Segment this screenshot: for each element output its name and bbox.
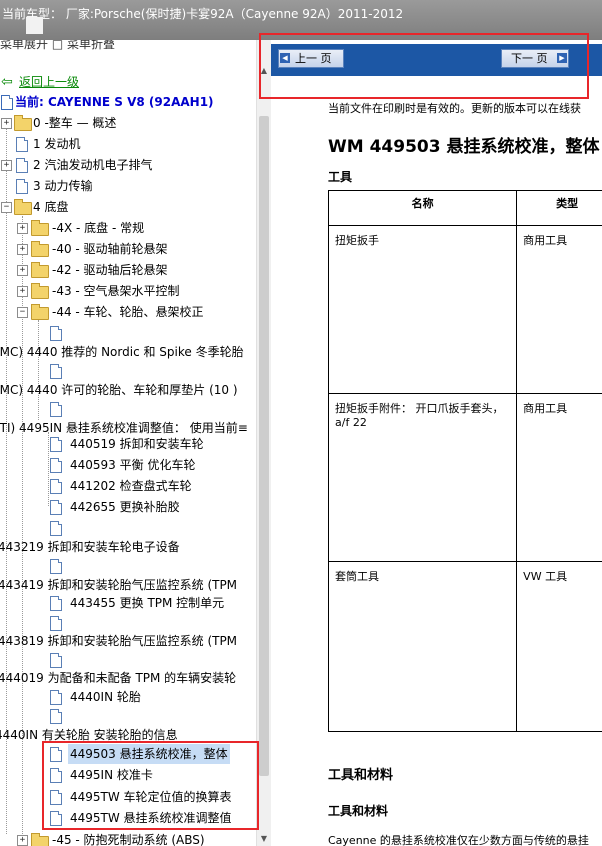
scroll-down-icon[interactable]: ▼ xyxy=(257,832,271,846)
tree-item-label[interactable]: 2 汽油发动机电子排气 xyxy=(33,155,152,175)
collapse-icon[interactable]: − xyxy=(1,202,12,213)
document-icon xyxy=(50,402,62,417)
tree-pane: 菜单展开 □ 菜单折叠 ⇦ 返回上一级 当前: CAYENNE S V8 (92… xyxy=(0,40,256,846)
collapse-icon[interactable]: − xyxy=(17,307,28,318)
tree-item-label[interactable]: 3 动力传输 xyxy=(33,176,92,196)
back-arrow-icon: ⇦ xyxy=(1,74,13,90)
current-model-label: 当前: CAYENNE S V8 (92AAH1) xyxy=(15,95,214,109)
tree-item-label[interactable]: (MC) 4440 推荐的 Nordic 和 Spike 冬季轮胎 xyxy=(0,342,244,362)
title-square-icon xyxy=(26,17,43,34)
table-cell: 套筒工具 xyxy=(327,561,518,732)
window-title: 当前车型： 厂家:Porsche(保时捷)卡宴92A（Cayenne 92A）2… xyxy=(2,7,404,21)
document-icon xyxy=(50,596,62,611)
tree-item-label[interactable]: -42 - 驱动轴后轮悬架 xyxy=(52,260,168,280)
tree-item-label[interactable]: 440593 平衡 优化车轮 xyxy=(70,455,195,475)
folder-open-icon xyxy=(31,304,49,320)
table-row: 扭矩扳手附件： 开口爪扳手套头，a/f 22 商用工具 xyxy=(327,393,602,562)
tree-scrollbar[interactable]: ▲ ▼ xyxy=(256,40,271,846)
tree-item-label[interactable]: 441202 检查盘式车轮 xyxy=(70,476,192,496)
tree-item-label[interactable]: 443419 拆卸和安装轮胎气压监控系统 (TPM xyxy=(0,575,237,595)
expand-icon[interactable]: + xyxy=(17,244,28,255)
highlight-tree-box xyxy=(42,741,259,830)
table-header-type: 类型 xyxy=(516,190,602,226)
tools-heading: 工具 xyxy=(328,170,353,184)
tree-item-label[interactable]: -45 - 防抱死制动系统 (ABS) xyxy=(52,830,205,846)
validity-notice: 当前文件在印刷时是有效的。更新的版本可以在线获 xyxy=(328,102,581,115)
document-icon xyxy=(50,437,62,452)
table-cell: VW 工具 xyxy=(516,561,602,732)
document-title: WM 449503 悬挂系统校准，整体 xyxy=(328,137,600,157)
expand-icon[interactable]: + xyxy=(17,286,28,297)
folder-icon xyxy=(31,833,49,846)
document-icon xyxy=(50,653,62,668)
tree-item-label[interactable]: 4440IN 轮胎 xyxy=(70,687,141,707)
document-pane: ◀ 上一 页 下一 页 ▶ 当前文件在印刷时是有效的。更新的版本可以在线获 WM… xyxy=(271,40,602,846)
tree-item-label[interactable]: 1 发动机 xyxy=(33,134,80,154)
highlight-nav-box xyxy=(259,33,589,99)
scroll-thumb[interactable] xyxy=(259,116,269,776)
monitor-icon xyxy=(1,95,13,110)
folder-icon xyxy=(31,241,49,257)
tree-item-label[interactable]: -40 - 驱动轴前轮悬架 xyxy=(52,239,168,259)
document-icon xyxy=(50,364,62,379)
expand-icon[interactable]: + xyxy=(1,160,12,171)
document-icon xyxy=(50,521,62,536)
document-icon xyxy=(50,559,62,574)
table-row: 扭矩扳手 商用工具 xyxy=(327,225,602,394)
document-icon xyxy=(50,458,62,473)
document-icon xyxy=(16,158,28,173)
tree-item-label[interactable]: 443219 拆卸和安装车轮电子设备 xyxy=(0,537,180,557)
folder-icon xyxy=(31,283,49,299)
tree-item-label[interactable]: -43 - 空气悬架水平控制 xyxy=(52,281,180,301)
expand-icon[interactable]: + xyxy=(17,223,28,234)
document-icon xyxy=(50,479,62,494)
tree-item-label[interactable]: 0 -整车 — 概述 xyxy=(33,113,116,133)
tree-item-label[interactable]: -4X - 底盘 - 常规 xyxy=(52,218,144,238)
tree-item-label[interactable]: 443819 拆卸和安装轮胎气压监控系统 (TPM xyxy=(0,631,237,651)
table-cell: 商用工具 xyxy=(516,393,602,562)
table-cell: 商用工具 xyxy=(516,225,602,394)
table-cell: 扭矩扳手附件： 开口爪扳手套头，a/f 22 xyxy=(327,393,518,562)
menu-toggle-partial[interactable]: 菜单展开 □ 菜单折叠 xyxy=(0,40,115,54)
document-icon xyxy=(16,179,28,194)
tree-item-label[interactable]: -44 - 车轮、轮胎、悬架校正 xyxy=(52,302,204,322)
tree-item-label[interactable]: 440519 拆卸和安装车轮 xyxy=(70,434,204,454)
document-icon xyxy=(50,690,62,705)
document-icon xyxy=(16,137,28,152)
table-row: 套筒工具 VW 工具 xyxy=(327,561,602,732)
document-icon xyxy=(50,326,62,341)
tools-table: 名称 类型 扭矩扳手 商用工具 扭矩扳手附件： 开口爪扳手套头，a/f 22 商… xyxy=(327,190,602,732)
table-header-name: 名称 xyxy=(327,190,518,226)
tree-item-label[interactable]: 4 底盘 xyxy=(33,197,68,217)
expand-icon[interactable]: + xyxy=(1,118,12,129)
expand-icon[interactable]: + xyxy=(17,835,28,846)
document-icon xyxy=(50,616,62,631)
table-cell: 扭矩扳手 xyxy=(327,225,518,394)
document-icon xyxy=(50,500,62,515)
folder-icon xyxy=(31,220,49,236)
tools-materials-heading: 工具和材料 xyxy=(328,768,394,783)
tree-item-label[interactable]: 444019 为配备和未配备 TPM 的车辆安装轮 xyxy=(0,668,236,688)
tree-item-label[interactable]: 442655 更换补胎胶 xyxy=(70,497,180,517)
folder-open-icon xyxy=(14,199,32,215)
back-link[interactable]: 返回上一级 xyxy=(19,72,79,92)
folder-icon xyxy=(14,115,32,131)
tree-item-label[interactable]: 443455 更换 TPM 控制单元 xyxy=(70,593,224,613)
tree-item-label[interactable]: (MC) 4440 许可的轮胎、车轮和厚垫片 (10 ) xyxy=(0,380,238,400)
body-text: Cayenne 的悬挂系统校准仅在少数方面与传统的悬挂 xyxy=(328,834,589,846)
document-icon xyxy=(50,709,62,724)
tools-materials-subheading: 工具和材料 xyxy=(328,804,389,818)
expand-icon[interactable]: + xyxy=(17,265,28,276)
folder-icon xyxy=(31,262,49,278)
